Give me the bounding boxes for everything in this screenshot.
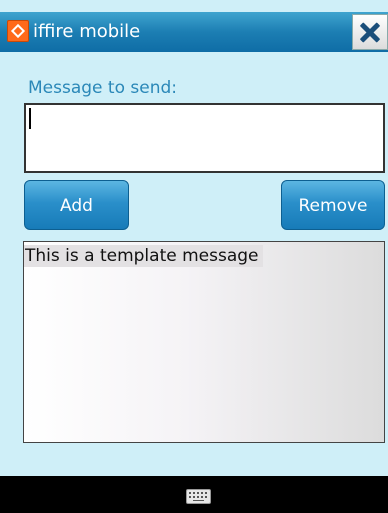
message-input[interactable] [24, 103, 385, 173]
window-title: iffire mobile [33, 21, 141, 42]
title-bar: iffire mobile [0, 12, 388, 52]
add-button[interactable]: Add [24, 180, 129, 230]
status-strip [0, 0, 388, 12]
app-icon [7, 20, 29, 42]
text-caret [29, 108, 31, 129]
keyboard-icon[interactable] [186, 489, 211, 504]
close-button[interactable] [352, 14, 388, 50]
list-item[interactable]: This is a template message [24, 245, 263, 267]
bottom-bar [0, 476, 388, 513]
message-label: Message to send: [28, 78, 177, 98]
remove-button[interactable]: Remove [281, 180, 385, 230]
template-list[interactable]: This is a template message [23, 241, 385, 443]
